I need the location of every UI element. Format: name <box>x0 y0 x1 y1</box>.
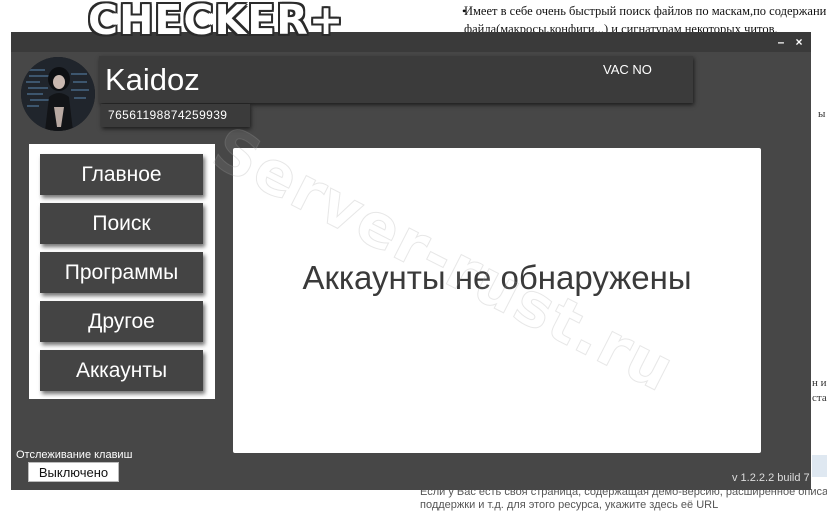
bullet-line-1: Имеет в себе очень быстрый поиск файлов … <box>464 4 827 18</box>
steam-id-panel: 76561198874259939 <box>101 104 250 127</box>
key-tracking-label: Отслеживание клавиш <box>16 449 133 461</box>
steam-id: 76561198874259939 <box>108 108 228 122</box>
menu-main-button[interactable]: Главное <box>40 154 203 195</box>
profile-name: Kaidoz <box>105 62 200 97</box>
user-avatar-icon <box>21 57 95 131</box>
background-fragment: стас <box>812 392 827 404</box>
main-menu: Главное Поиск Программы Другое Аккаунты <box>29 144 215 399</box>
key-tracking-toggle[interactable]: Выключено <box>28 462 119 482</box>
bullet-dot: • <box>462 4 467 18</box>
menu-other-button[interactable]: Другое <box>40 301 203 342</box>
version-label: v 1.2.2.2 build 7 <box>732 472 810 484</box>
vac-status: VAC NO <box>603 62 652 77</box>
menu-programs-button[interactable]: Программы <box>40 252 203 293</box>
checker-logo: CHECKER+ <box>88 0 345 44</box>
menu-search-button[interactable]: Поиск <box>40 203 203 244</box>
background-fragment: ы <box>818 108 826 120</box>
background-fragment: н и л <box>812 377 827 389</box>
close-button[interactable]: × <box>789 32 809 52</box>
background-strip <box>812 455 827 477</box>
minimize-button[interactable]: – <box>771 32 791 52</box>
checker-window: – × Kaidoz VAC NO 76561198874259939 Глав <box>11 32 811 490</box>
profile-name-panel: Kaidoz VAC NO <box>99 56 693 103</box>
avatar-image <box>21 57 95 131</box>
menu-accounts-button[interactable]: Аккаунты <box>40 350 203 391</box>
content-panel: Аккаунты не обнаружены <box>233 148 761 453</box>
accounts-empty-message: Аккаунты не обнаружены <box>302 259 692 296</box>
bottom-line-2: поддержки и т.д. для этого ресурса, укаж… <box>420 499 719 511</box>
